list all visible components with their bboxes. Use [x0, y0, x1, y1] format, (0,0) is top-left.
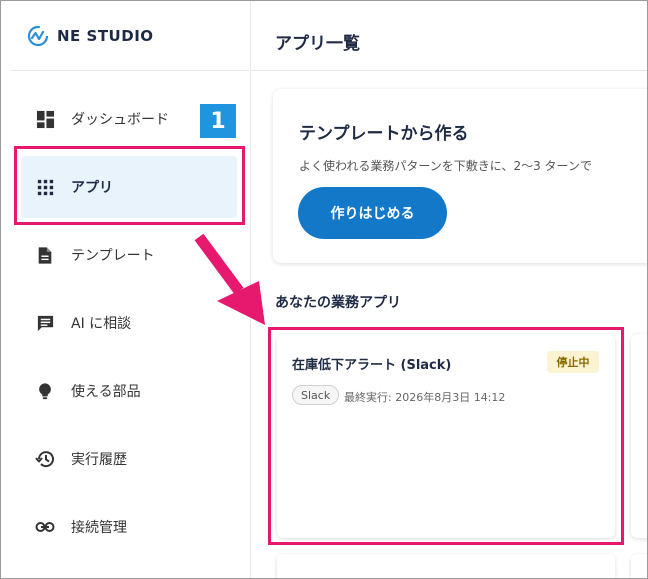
sidebar-item-connections[interactable]: 接続管理: [21, 496, 237, 558]
chat-icon: [35, 313, 55, 333]
sidebar-item-history[interactable]: 実行履歴: [21, 428, 237, 490]
page-title: アプリ一覧: [275, 34, 360, 54]
app-card[interactable]: [631, 554, 647, 578]
brand-name: NE STUDIO: [57, 27, 154, 45]
document-icon: [35, 245, 55, 265]
app-card[interactable]: [631, 334, 647, 538]
annotation-highlight-apps: [14, 146, 245, 225]
sidebar-item-label: ダッシュボード: [71, 112, 169, 128]
app-card[interactable]: [277, 554, 615, 578]
sidebar-item-label: 使える部品: [71, 384, 141, 400]
history-icon: [35, 449, 55, 469]
sidebar-item-label: 接続管理: [71, 520, 127, 536]
lightbulb-icon: [35, 381, 55, 401]
template-card-description: よく使われる業務パターンを下敷きに、2〜3 ターンで: [299, 159, 592, 173]
step-number-badge: 1: [200, 104, 236, 138]
sidebar-item-components[interactable]: 使える部品: [21, 360, 237, 422]
annotation-arrow-icon: [194, 233, 265, 325]
template-card: テンプレートから作る よく使われる業務パターンを下敷きに、2〜3 ターンで 作り…: [273, 89, 647, 263]
section-heading: あなたの業務アプリ: [275, 295, 401, 311]
brand-logo[interactable]: NE STUDIO: [27, 25, 154, 47]
sidebar-item-label: 実行履歴: [71, 452, 127, 468]
sidebar-item-label: AI に相談: [71, 316, 132, 332]
header-divider: [251, 70, 647, 71]
sidebar-item-label: テンプレート: [71, 248, 155, 264]
dashboard-icon: [35, 109, 55, 129]
annotation-highlight-app-card: [268, 327, 624, 545]
start-creating-button[interactable]: 作りはじめる: [298, 187, 447, 239]
app-window: NE STUDIO ダッシュボード アプリ テンプレート AI に相談 使える部…: [0, 0, 648, 579]
link-icon: [35, 517, 55, 537]
sidebar-divider: [11, 70, 249, 71]
template-card-title: テンプレートから作る: [299, 124, 469, 144]
wave-circle-logo-icon: [27, 25, 49, 47]
